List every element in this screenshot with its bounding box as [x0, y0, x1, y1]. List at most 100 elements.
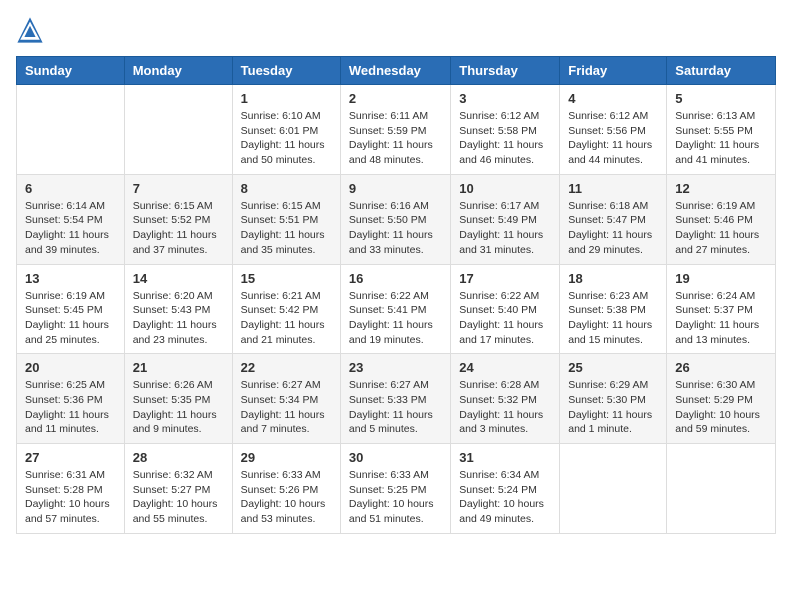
day-detail: Sunrise: 6:33 AM Sunset: 5:26 PM Dayligh…	[241, 468, 332, 527]
day-detail: Sunrise: 6:22 AM Sunset: 5:41 PM Dayligh…	[349, 289, 442, 348]
calendar-cell: 13 Sunrise: 6:19 AM Sunset: 5:45 PM Dayli…	[17, 264, 125, 354]
day-number: 30	[349, 450, 442, 465]
calendar-cell: 8Sunrise: 6:15 AM Sunset: 5:51 PM Daylig…	[232, 174, 340, 264]
day-detail: Sunrise: 6:31 AM Sunset: 5:28 PM Dayligh…	[25, 468, 116, 527]
calendar-cell: 9Sunrise: 6:16 AM Sunset: 5:50 PM Daylig…	[340, 174, 450, 264]
day-detail: Sunrise: 6:28 AM Sunset: 5:32 PM Dayligh…	[459, 378, 551, 437]
calendar-cell: 4 Sunrise: 6:12 AM Sunset: 5:56 PM Daylig…	[560, 85, 667, 175]
calendar-cell: 19 Sunrise: 6:24 AM Sunset: 5:37 PM Dayli…	[667, 264, 776, 354]
day-number: 21	[133, 360, 224, 375]
day-number: 19	[675, 271, 767, 286]
day-number: 22	[241, 360, 332, 375]
day-detail: Sunrise: 6:30 AM Sunset: 5:29 PM Dayligh…	[675, 378, 767, 437]
calendar-cell	[560, 444, 667, 534]
day-number: 10	[459, 181, 551, 196]
calendar-cell: 25Sunrise: 6:29 AM Sunset: 5:30 PM Dayli…	[560, 354, 667, 444]
calendar-cell: 27 Sunrise: 6:31 AM Sunset: 5:28 PM Dayli…	[17, 444, 125, 534]
day-detail: Sunrise: 6:19 AM Sunset: 5:46 PM Dayligh…	[675, 199, 767, 258]
page-header	[16, 16, 776, 44]
calendar-header-row: SundayMondayTuesdayWednesdayThursdayFrid…	[17, 57, 776, 85]
day-number: 4	[568, 91, 658, 106]
day-number: 27	[25, 450, 116, 465]
day-number: 29	[241, 450, 332, 465]
day-detail: Sunrise: 6:27 AM Sunset: 5:33 PM Dayligh…	[349, 378, 442, 437]
logo	[16, 16, 48, 44]
calendar-cell: 3Sunrise: 6:12 AM Sunset: 5:58 PM Daylig…	[451, 85, 560, 175]
day-detail: Sunrise: 6:22 AM Sunset: 5:40 PM Dayligh…	[459, 289, 551, 348]
day-number: 15	[241, 271, 332, 286]
day-detail: Sunrise: 6:34 AM Sunset: 5:24 PM Dayligh…	[459, 468, 551, 527]
calendar-cell	[667, 444, 776, 534]
day-detail: Sunrise: 6:27 AM Sunset: 5:34 PM Dayligh…	[241, 378, 332, 437]
day-number: 1	[241, 91, 332, 106]
day-detail: Sunrise: 6:24 AM Sunset: 5:37 PM Dayligh…	[675, 289, 767, 348]
day-detail: Sunrise: 6:25 AM Sunset: 5:36 PM Dayligh…	[25, 378, 116, 437]
day-number: 12	[675, 181, 767, 196]
day-number: 5	[675, 91, 767, 106]
day-number: 20	[25, 360, 116, 375]
day-detail: Sunrise: 6:14 AM Sunset: 5:54 PM Dayligh…	[25, 199, 116, 258]
calendar-cell: 24 Sunrise: 6:28 AM Sunset: 5:32 PM Dayli…	[451, 354, 560, 444]
calendar-cell: 7 Sunrise: 6:15 AM Sunset: 5:52 PM Daylig…	[124, 174, 232, 264]
day-number: 31	[459, 450, 551, 465]
day-number: 3	[459, 91, 551, 106]
calendar-cell: 11 Sunrise: 6:18 AM Sunset: 5:47 PM Dayli…	[560, 174, 667, 264]
calendar-cell: 16 Sunrise: 6:22 AM Sunset: 5:41 PM Dayli…	[340, 264, 450, 354]
day-header-monday: Monday	[124, 57, 232, 85]
day-number: 13	[25, 271, 116, 286]
day-header-tuesday: Tuesday	[232, 57, 340, 85]
day-number: 14	[133, 271, 224, 286]
day-detail: Sunrise: 6:15 AM Sunset: 5:52 PM Dayligh…	[133, 199, 224, 258]
calendar-cell: 20 Sunrise: 6:25 AM Sunset: 5:36 PM Dayli…	[17, 354, 125, 444]
calendar-cell: 30 Sunrise: 6:33 AM Sunset: 5:25 PM Dayli…	[340, 444, 450, 534]
day-detail: Sunrise: 6:16 AM Sunset: 5:50 PM Dayligh…	[349, 199, 442, 258]
day-header-friday: Friday	[560, 57, 667, 85]
calendar-cell: 15 Sunrise: 6:21 AM Sunset: 5:42 PM Dayli…	[232, 264, 340, 354]
calendar-cell: 10 Sunrise: 6:17 AM Sunset: 5:49 PM Dayli…	[451, 174, 560, 264]
day-number: 28	[133, 450, 224, 465]
day-number: 6	[25, 181, 116, 196]
day-header-wednesday: Wednesday	[340, 57, 450, 85]
calendar-cell: 2 Sunrise: 6:11 AM Sunset: 5:59 PM Daylig…	[340, 85, 450, 175]
calendar-cell: 23 Sunrise: 6:27 AM Sunset: 5:33 PM Dayli…	[340, 354, 450, 444]
day-detail: Sunrise: 6:29 AM Sunset: 5:30 PM Dayligh…	[568, 378, 658, 437]
calendar-cell: 26 Sunrise: 6:30 AM Sunset: 5:29 PM Dayli…	[667, 354, 776, 444]
day-detail: Sunrise: 6:18 AM Sunset: 5:47 PM Dayligh…	[568, 199, 658, 258]
day-number: 7	[133, 181, 224, 196]
day-detail: Sunrise: 6:19 AM Sunset: 5:45 PM Dayligh…	[25, 289, 116, 348]
day-number: 16	[349, 271, 442, 286]
day-detail: Sunrise: 6:13 AM Sunset: 5:55 PM Dayligh…	[675, 109, 767, 168]
day-number: 24	[459, 360, 551, 375]
calendar-week-row: 20 Sunrise: 6:25 AM Sunset: 5:36 PM Dayli…	[17, 354, 776, 444]
day-detail: Sunrise: 6:20 AM Sunset: 5:43 PM Dayligh…	[133, 289, 224, 348]
day-detail: Sunrise: 6:32 AM Sunset: 5:27 PM Dayligh…	[133, 468, 224, 527]
day-detail: Sunrise: 6:12 AM Sunset: 5:56 PM Dayligh…	[568, 109, 658, 168]
day-detail: Sunrise: 6:23 AM Sunset: 5:38 PM Dayligh…	[568, 289, 658, 348]
day-number: 26	[675, 360, 767, 375]
calendar-cell: 14 Sunrise: 6:20 AM Sunset: 5:43 PM Dayli…	[124, 264, 232, 354]
day-number: 11	[568, 181, 658, 196]
calendar-cell: 31 Sunrise: 6:34 AM Sunset: 5:24 PM Dayli…	[451, 444, 560, 534]
day-detail: Sunrise: 6:17 AM Sunset: 5:49 PM Dayligh…	[459, 199, 551, 258]
day-number: 2	[349, 91, 442, 106]
calendar-cell: 29 Sunrise: 6:33 AM Sunset: 5:26 PM Dayli…	[232, 444, 340, 534]
calendar-cell: 22 Sunrise: 6:27 AM Sunset: 5:34 PM Dayli…	[232, 354, 340, 444]
calendar-cell: 21 Sunrise: 6:26 AM Sunset: 5:35 PM Dayli…	[124, 354, 232, 444]
day-number: 8	[241, 181, 332, 196]
day-header-thursday: Thursday	[451, 57, 560, 85]
day-detail: Sunrise: 6:11 AM Sunset: 5:59 PM Dayligh…	[349, 109, 442, 168]
day-number: 18	[568, 271, 658, 286]
day-header-sunday: Sunday	[17, 57, 125, 85]
day-number: 23	[349, 360, 442, 375]
day-detail: Sunrise: 6:21 AM Sunset: 5:42 PM Dayligh…	[241, 289, 332, 348]
day-detail: Sunrise: 6:10 AM Sunset: 6:01 PM Dayligh…	[241, 109, 332, 168]
calendar-cell	[17, 85, 125, 175]
calendar-cell: 18 Sunrise: 6:23 AM Sunset: 5:38 PM Dayli…	[560, 264, 667, 354]
day-header-saturday: Saturday	[667, 57, 776, 85]
day-detail: Sunrise: 6:26 AM Sunset: 5:35 PM Dayligh…	[133, 378, 224, 437]
calendar-cell	[124, 85, 232, 175]
day-detail: Sunrise: 6:33 AM Sunset: 5:25 PM Dayligh…	[349, 468, 442, 527]
logo-icon	[16, 16, 44, 44]
calendar-cell: 1 Sunrise: 6:10 AM Sunset: 6:01 PM Daylig…	[232, 85, 340, 175]
calendar-week-row: 6 Sunrise: 6:14 AM Sunset: 5:54 PM Daylig…	[17, 174, 776, 264]
